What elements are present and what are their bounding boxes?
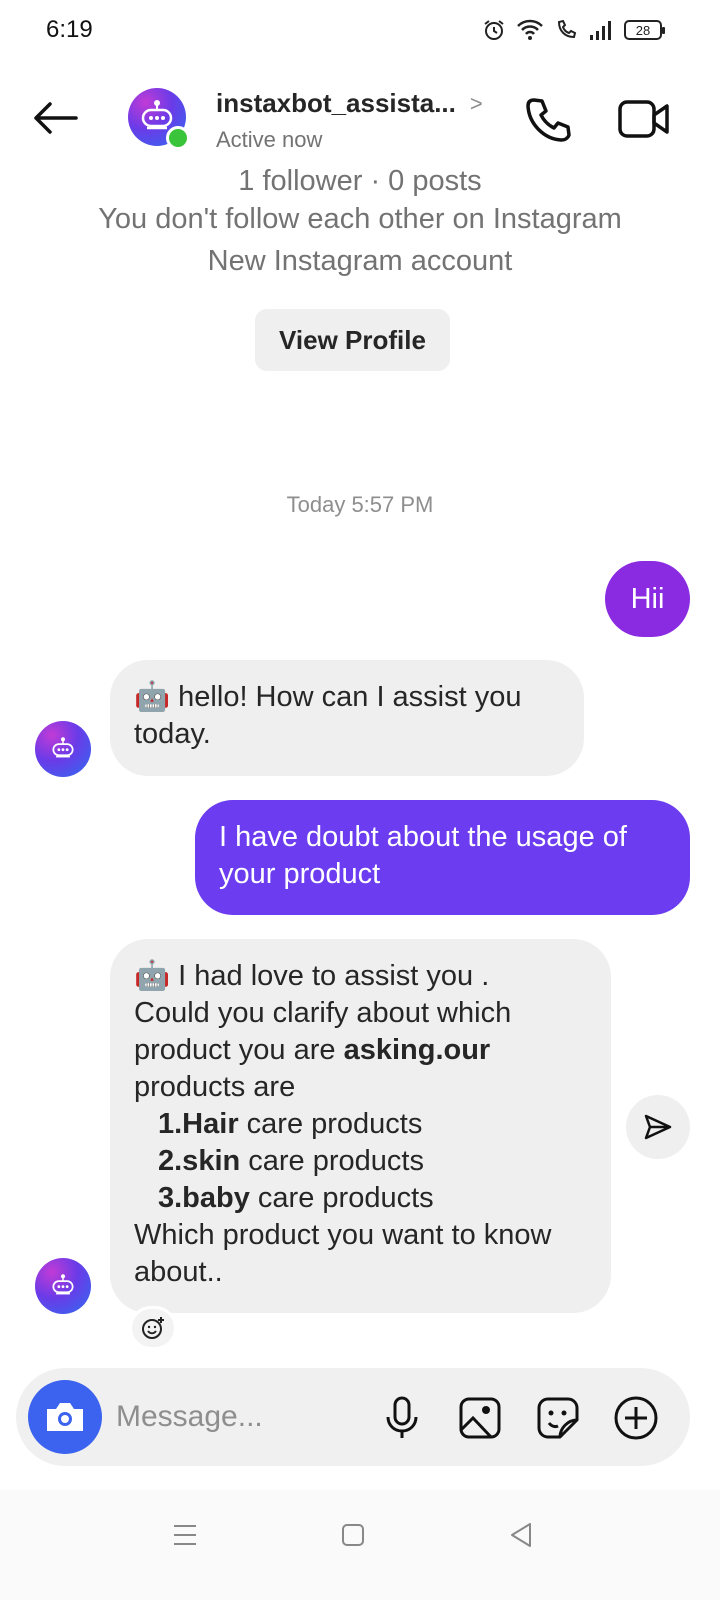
message-text: I had love to assist you . — [178, 960, 490, 992]
mic-icon — [386, 1396, 418, 1438]
contact-info[interactable]: instaxbot_assista... > Active now — [216, 88, 483, 153]
camera-button[interactable] — [28, 1380, 102, 1454]
view-profile-button[interactable]: View Profile — [255, 309, 450, 371]
video-call-button[interactable] — [616, 94, 672, 144]
send-icon — [644, 1114, 672, 1140]
phone-icon — [526, 98, 571, 142]
item-number: 2.skin — [158, 1145, 241, 1177]
relationship-text: You don't follow each other on Instagram — [98, 203, 622, 235]
wifi-calling-icon — [557, 19, 577, 39]
message-text: product you are — [134, 1034, 344, 1066]
message-bold-text: asking.our — [343, 1034, 491, 1066]
status-time: 6:19 — [46, 16, 93, 43]
message-input[interactable] — [116, 1390, 366, 1444]
sticker-button[interactable] — [534, 1394, 582, 1442]
follower-count: 1 follower · 0 posts — [238, 165, 482, 197]
signal-icon — [590, 21, 611, 40]
item-text: care products — [249, 1182, 434, 1214]
robot-icon — [52, 1274, 74, 1295]
wifi-icon — [517, 19, 543, 40]
message-line: 🤖 I had love to assist you . — [134, 958, 587, 995]
message-line: Could you clarify about which — [134, 997, 512, 1029]
share-message-button[interactable] — [626, 1095, 690, 1159]
menu-icon — [174, 1525, 196, 1545]
product-item: 3.baby care products — [134, 1180, 587, 1217]
back-button[interactable] — [28, 96, 82, 140]
item-text: care products — [240, 1145, 424, 1177]
gallery-button[interactable] — [456, 1394, 504, 1442]
sender-avatar[interactable] — [35, 721, 91, 777]
voice-call-button[interactable] — [524, 94, 574, 144]
gallery-icon — [459, 1397, 501, 1439]
voice-message-button[interactable] — [378, 1394, 426, 1442]
received-message[interactable]: 🤖 hello! How can I assist you today. — [110, 660, 584, 776]
system-back-button[interactable] — [496, 1510, 546, 1560]
active-status: Active now — [216, 127, 323, 152]
sticker-icon — [537, 1397, 579, 1439]
system-nav-bar — [0, 1490, 720, 1600]
chat-header: instaxbot_assista... > Active now — [0, 82, 720, 156]
profile-info: 1 follower · 0 posts You don't follow ea… — [0, 160, 720, 282]
contact-avatar[interactable] — [128, 88, 190, 150]
camera-icon — [47, 1403, 83, 1431]
message-line: products are — [134, 1071, 296, 1103]
back-triangle-icon — [511, 1523, 531, 1547]
home-button[interactable] — [328, 1510, 378, 1560]
item-number: 3.baby — [158, 1182, 250, 1214]
robot-emoji: 🤖 — [134, 960, 171, 992]
message-composer — [16, 1368, 690, 1466]
status-bar: 6:19 28 — [0, 0, 720, 64]
message-line: product you are asking.our — [134, 1032, 587, 1069]
contact-name: instaxbot_assista... — [216, 88, 456, 118]
recent-apps-button[interactable] — [160, 1510, 210, 1560]
received-message[interactable]: 🤖 I had love to assist you . Could you c… — [110, 939, 611, 1313]
plus-circle-icon — [614, 1396, 658, 1440]
message-line: Which product you want to know — [134, 1219, 552, 1251]
product-item: 2.skin care products — [134, 1143, 587, 1180]
message-line: about.. — [134, 1256, 223, 1288]
item-text: care products — [238, 1108, 423, 1140]
item-number: 1.Hair — [158, 1108, 239, 1140]
sent-message[interactable]: Hii — [605, 561, 690, 637]
add-reaction-button[interactable] — [129, 1306, 177, 1350]
home-square-icon — [342, 1524, 364, 1546]
product-item: 1.Hair care products — [134, 1106, 587, 1143]
chevron-right-icon: > — [469, 90, 483, 116]
robot-icon — [52, 737, 74, 758]
alarm-icon — [484, 20, 504, 40]
battery-icon: 28 — [624, 20, 665, 40]
message-timestamp: Today 5:57 PM — [286, 492, 434, 517]
contact-name-row: instaxbot_assista... > — [216, 88, 483, 119]
back-arrow-icon — [34, 102, 78, 134]
sender-avatar[interactable] — [35, 1258, 91, 1314]
message-text: hello! How can I assist you today. — [134, 681, 522, 750]
status-icons: 28 — [482, 18, 665, 42]
online-indicator — [166, 126, 190, 150]
sent-message[interactable]: I have doubt about the usage of your pro… — [195, 800, 690, 915]
account-note: New Instagram account — [207, 245, 513, 277]
robot-emoji: 🤖 — [134, 681, 171, 713]
more-options-button[interactable] — [612, 1394, 660, 1442]
add-reaction-icon — [142, 1317, 164, 1339]
video-icon — [618, 100, 669, 138]
